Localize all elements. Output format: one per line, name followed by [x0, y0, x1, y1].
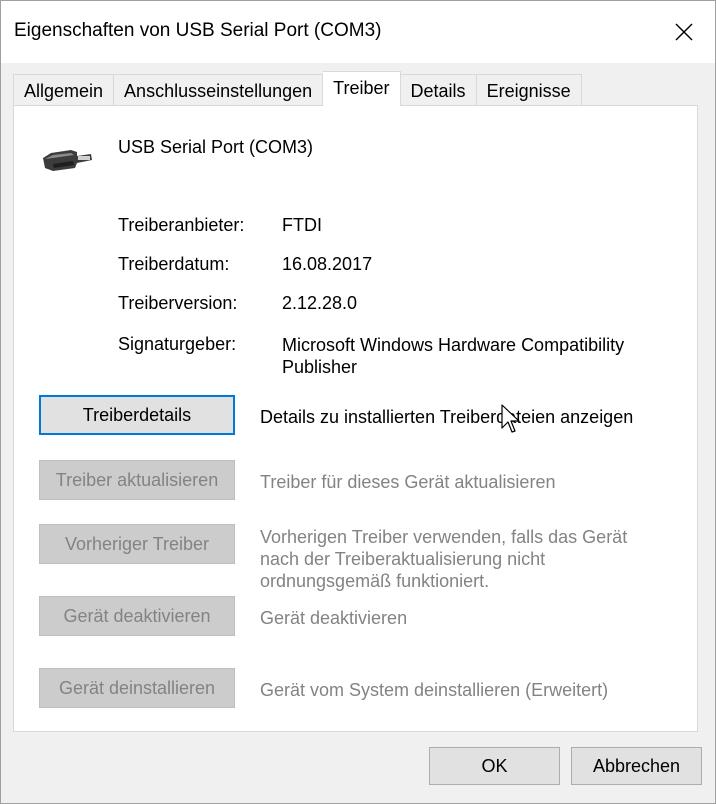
ok-button[interactable]: OK	[429, 747, 560, 785]
driver-date-value: 16.08.2017	[282, 254, 373, 274]
driver-tab-panel: USB Serial Port (COM3) Treiberanbieter: …	[13, 105, 698, 732]
driver-date-label: Treiberdatum:	[118, 254, 230, 274]
device-name: USB Serial Port (COM3)	[118, 137, 314, 157]
driver-provider-label: Treiberanbieter:	[118, 215, 245, 235]
window-title: Eigenschaften von USB Serial Port (COM3)	[14, 20, 382, 41]
driver-details-description: Details zu installierten Treiberdateien …	[260, 407, 634, 427]
tab-treiber[interactable]: Treiber	[323, 71, 401, 106]
close-icon	[675, 23, 693, 41]
driver-provider-value: FTDI	[282, 215, 322, 235]
cancel-button[interactable]: Abbrechen	[571, 747, 702, 785]
disable-device-description: Gerät deaktivieren	[260, 608, 408, 628]
mouse-cursor-icon	[501, 404, 520, 433]
title-bar: Eigenschaften von USB Serial Port (COM3)	[1, 1, 715, 63]
close-button[interactable]	[653, 1, 715, 63]
driver-version-label: Treiberversion:	[118, 293, 238, 313]
tab-ereignisse[interactable]: Ereignisse	[476, 74, 582, 106]
disable-device-button[interactable]: Gerät deaktivieren	[39, 596, 235, 636]
roll-back-driver-button[interactable]: Vorheriger Treiber	[39, 524, 235, 564]
uninstall-device-description: Gerät vom System deinstallieren (Erweite…	[260, 680, 609, 700]
uninstall-device-button[interactable]: Gerät deinstallieren	[39, 668, 235, 708]
digital-signer-label: Signaturgeber:	[118, 334, 237, 354]
tab-anschlusseinstellungen[interactable]: Anschlusseinstellungen	[114, 74, 324, 106]
driver-version-value: 2.12.28.0	[282, 293, 358, 313]
properties-dialog: Eigenschaften von USB Serial Port (COM3)…	[0, 0, 716, 804]
tab-allgemein[interactable]: Allgemein	[13, 74, 115, 106]
tab-strip: Allgemein Anschlusseinstellungen Treiber…	[13, 71, 582, 106]
update-driver-button[interactable]: Treiber aktualisieren	[39, 460, 235, 500]
tab-details[interactable]: Details	[400, 74, 477, 106]
roll-back-driver-description: Vorherigen Treiber verwenden, falls das …	[260, 527, 628, 591]
driver-details-button[interactable]: Treiberdetails	[39, 395, 235, 435]
usb-connector-icon	[43, 150, 92, 171]
digital-signer-value: Microsoft Windows Hardware Compatibility…	[282, 335, 625, 377]
update-driver-description: Treiber für dieses Gerät aktualisieren	[260, 472, 556, 492]
